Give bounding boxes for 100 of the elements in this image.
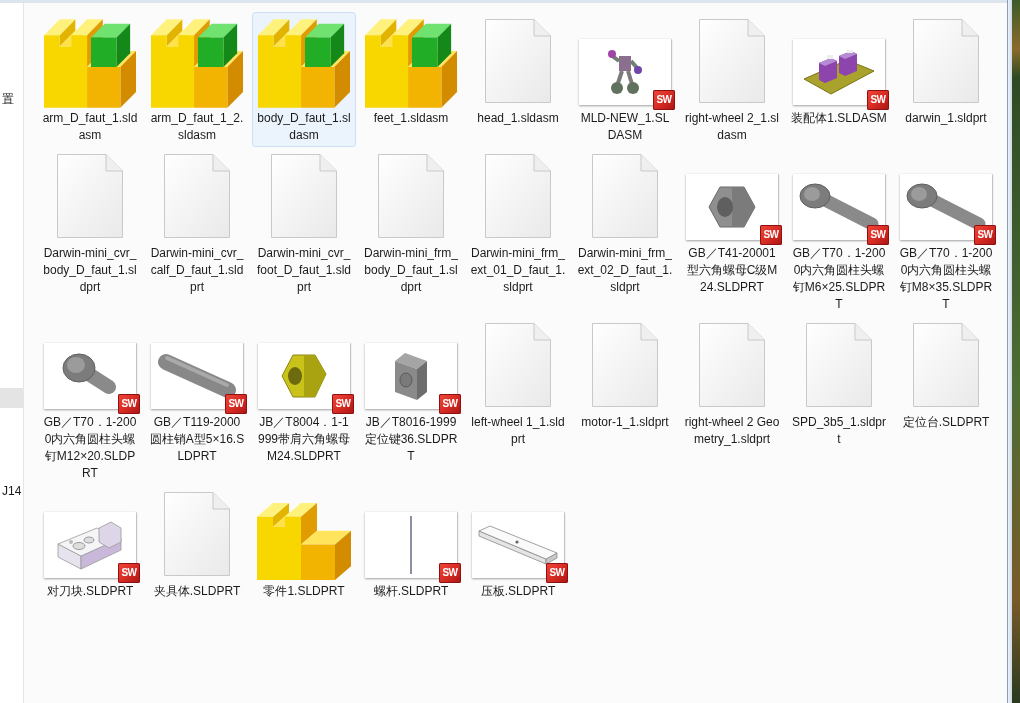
blank-document-icon [592,154,658,238]
file-name: body_D_faut_1.sldasm [256,110,352,144]
logo-badge: SW [225,394,247,414]
hex-nut-icon [708,186,756,228]
file-item[interactable]: SW 装配体1.SLDASM [787,12,891,130]
file-item[interactable]: SW 对刀块.SLDPRT [38,485,142,603]
file-item[interactable]: 零件1.SLDPRT [252,485,356,603]
file-name: Darwin-mini_cvr_foot_D_faut_1.sldprt [256,245,352,296]
file-name: JB／T8016-1999定位键36.SLDPRT [363,414,459,465]
file-item[interactable]: SW GB／T70．1-2000内六角圆柱头螺钉M6×25.SLDPRT [787,147,891,316]
file-item[interactable]: darwin_1.sldprt [894,12,998,130]
file-item[interactable]: Darwin-mini_cvr_body_D_faut_1.sldprt [38,147,142,299]
blank-document-icon [485,323,551,407]
logo-badge: SW [867,90,889,110]
file-name: Darwin-mini_cvr_body_D_faut_1.sldprt [42,245,138,296]
file-name: Darwin-mini_frm_ext_01_D_faut_1.sldprt [470,245,566,296]
blank-document-icon [913,19,979,103]
block-with-cube-icon [257,17,351,109]
file-name: motor-1_1.sldprt [580,414,670,431]
blank-document-icon [699,19,765,103]
block-with-cube-icon [150,17,244,109]
file-item[interactable]: right-wheel 2_1.sldasm [680,12,784,147]
file-item[interactable]: SW GB／T70．1-2000内六角圆柱头螺钉M8×35.SLDPRT [894,147,998,316]
logo-badge: SW [546,563,568,583]
flange-nut-icon [281,354,327,398]
block-with-cube-icon [43,17,137,109]
nav-item[interactable]: 置 [0,89,23,109]
cylinder-pin-icon [157,353,237,399]
logo-badge: SW [118,563,140,583]
file-item[interactable]: body_D_faut_1.sldasm [252,12,356,147]
file-item[interactable]: SW MLD-NEW_1.SLDASM [573,12,677,147]
blank-document-icon [378,154,444,238]
file-name: Darwin-mini_frm_body_D_faut_1.sldprt [363,245,459,296]
logo-badge: SW [653,90,675,110]
file-name: SPD_3b5_1.sldprt [791,414,887,448]
file-name: JB／T8004．1-1999带肩六角螺母M24.SLDPRT [257,414,351,465]
file-name: 压板.SLDPRT [479,583,557,600]
file-name: Darwin-mini_frm_ext_02_D_faut_1.sldprt [577,245,673,296]
file-item[interactable]: left-wheel 1_1.sldprt [466,316,570,451]
file-item[interactable]: Darwin-mini_frm_body_D_faut_1.sldprt [359,147,463,299]
stepped-block-icon [256,501,352,581]
file-item[interactable]: SW 压板.SLDPRT [466,485,570,603]
blank-document-icon [164,154,230,238]
blank-document-icon [592,323,658,407]
file-item[interactable]: SW GB／T70．1-2000内六角圆柱头螺钉M12×20.SLDPRT [38,316,142,485]
nav-item[interactable]: J14 [0,481,23,501]
file-name: right-wheel 2 Geometry_1.sldprt [684,414,780,448]
blocks-on-plate-icon [803,49,875,95]
blank-document-icon [699,323,765,407]
file-name: GB／T119-2000圆柱销A型5×16.SLDPRT [149,414,245,465]
logo-badge: SW [439,563,461,583]
file-item[interactable]: feet_1.sldasm [359,12,463,130]
file-item[interactable]: Darwin-mini_frm_ext_02_D_faut_1.sldprt [573,147,677,299]
nav-item[interactable] [0,388,23,408]
block-with-cube-icon [364,17,458,109]
blank-document-icon [485,154,551,238]
file-name: arm_D_faut_1.sldasm [42,110,138,144]
blank-document-icon [913,323,979,407]
file-name: Darwin-mini_cvr_calf_D_faut_1.sldprt [149,245,245,296]
file-item[interactable]: right-wheel 2 Geometry_1.sldprt [680,316,784,451]
blank-document-icon [164,492,230,576]
file-item[interactable]: SW GB／T119-2000圆柱销A型5×16.SLDPRT [145,316,249,468]
blank-document-icon [806,323,872,407]
file-item[interactable]: 定位台.SLDPRT [894,316,998,434]
file-name: feet_1.sldasm [372,110,450,127]
logo-badge: SW [974,225,996,245]
file-item[interactable]: head_1.sldasm [466,12,570,130]
file-item[interactable]: Darwin-mini_cvr_foot_D_faut_1.sldprt [252,147,356,299]
file-item[interactable]: SW JB／T8004．1-1999带肩六角螺母M24.SLDPRT [252,316,356,468]
file-item[interactable]: SW 螺杆.SLDPRT [359,485,463,603]
file-item[interactable]: motor-1_1.sldprt [573,316,677,434]
file-name: MLD-NEW_1.SLDASM [579,110,671,144]
file-item[interactable]: 夹具体.SLDPRT [145,485,249,603]
file-name: 定位台.SLDPRT [901,414,991,431]
file-item[interactable]: SW JB／T8016-1999定位键36.SLDPRT [359,316,463,468]
file-name: head_1.sldasm [476,110,560,127]
file-name: left-wheel 1_1.sldprt [470,414,566,448]
logo-badge: SW [760,225,782,245]
file-name: 螺杆.SLDPRT [372,583,450,600]
file-item[interactable]: SPD_3b5_1.sldprt [787,316,891,451]
plate-icon [478,525,558,565]
file-name: 夹具体.SLDPRT [152,583,242,600]
file-name: darwin_1.sldprt [904,110,988,127]
robot-model-icon [607,49,643,95]
file-name: right-wheel 2_1.sldasm [684,110,780,144]
file-item[interactable]: Darwin-mini_frm_ext_01_D_faut_1.sldprt [466,147,570,299]
file-item[interactable]: arm_D_faut_1.sldasm [38,12,142,147]
logo-badge: SW [118,394,140,414]
file-name: GB／T41-20001型六角螺母C级M24.SLDPRT [685,245,779,296]
file-name: GB／T70．1-2000内六角圆柱头螺钉M8×35.SLDPRT [898,245,994,313]
blank-document-icon [271,154,337,238]
file-name: 装配体1.SLDASM [791,110,887,127]
file-item[interactable]: arm_D_faut_1_2.sldasm [145,12,249,147]
box-with-hole-icon [394,351,428,401]
rod-icon [409,516,413,574]
file-item[interactable]: Darwin-mini_cvr_calf_D_faut_1.sldprt [145,147,249,299]
logo-badge: SW [332,394,354,414]
file-item[interactable]: SW GB／T41-20001型六角螺母C级M24.SLDPRT [680,147,784,299]
logo-badge: SW [867,225,889,245]
blank-document-icon [57,154,123,238]
